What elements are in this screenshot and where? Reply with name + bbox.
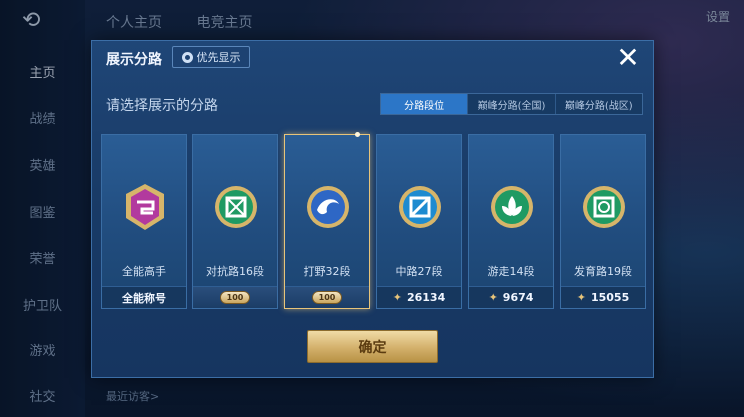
- route-card-mid-lane[interactable]: 中路27段 ✦ 26134: [376, 134, 462, 309]
- route-cards: 全能高手 全能称号 对抗路16段 100 打野32段 100 中路27段 ✦ 2…: [101, 132, 646, 309]
- route-points: 15055: [590, 291, 630, 304]
- tab-route-rank[interactable]: 分路段位: [381, 94, 469, 114]
- confirm-button[interactable]: 确定: [307, 330, 438, 363]
- route-card-foot: 100: [193, 286, 277, 308]
- leaf-emblem-icon: [491, 186, 533, 228]
- route-points: 9674: [502, 291, 534, 304]
- route-card-foot: ✦ 26134: [377, 286, 461, 308]
- points-icon: ✦: [576, 291, 586, 304]
- ring-emblem-icon: [583, 186, 625, 228]
- route-points: 26134: [406, 291, 446, 304]
- close-icon[interactable]: ✕: [613, 43, 643, 73]
- priority-display-button[interactable]: 优先显示: [172, 46, 250, 68]
- route-card-label: 中路27段: [395, 265, 443, 278]
- rank-badge: 100: [220, 291, 250, 304]
- slash-emblem-icon: [399, 186, 441, 228]
- points-icon: ✦: [392, 291, 402, 304]
- selected-indicator: [355, 132, 360, 137]
- tab-peak-national[interactable]: 巅峰分路(全国): [468, 94, 556, 114]
- tab-peak-region[interactable]: 巅峰分路(战区): [556, 94, 642, 114]
- cross-box-emblem-icon: [215, 186, 257, 228]
- all-round-title: 全能称号: [122, 291, 166, 305]
- route-card-farm-lane[interactable]: 发育路19段 ✦ 15055: [560, 134, 646, 309]
- route-card-label: 打野32段: [303, 265, 351, 278]
- route-card-label: 对抗路16段: [206, 265, 264, 278]
- route-card-foot: ✦ 9674: [469, 286, 553, 308]
- mosaic-emblem-icon: [126, 184, 164, 230]
- swirl-emblem-icon: [307, 186, 349, 228]
- route-card-foot: 100: [285, 286, 369, 308]
- route-card-label: 游走14段: [487, 265, 535, 278]
- route-card-all-round[interactable]: 全能高手 全能称号: [101, 134, 187, 309]
- dialog-subtitle: 请选择展示的分路: [106, 98, 218, 114]
- route-card-label: 全能高手: [122, 265, 166, 278]
- route-display-dialog: 展示分路 优先显示 ✕ 请选择展示的分路 分路段位 巅峰分路(全国) 巅峰分路(…: [91, 40, 654, 378]
- route-card-clash-lane[interactable]: 对抗路16段 100: [192, 134, 278, 309]
- dialog-title: 展示分路: [106, 52, 162, 68]
- gear-icon: [181, 51, 193, 63]
- route-tabs: 分路段位 巅峰分路(全国) 巅峰分路(战区): [380, 93, 643, 115]
- route-card-jungle[interactable]: 打野32段 100: [284, 132, 370, 309]
- route-card-roam[interactable]: 游走14段 ✦ 9674: [468, 134, 554, 309]
- points-icon: ✦: [488, 291, 498, 304]
- route-card-foot: 全能称号: [102, 286, 186, 308]
- route-card-foot: ✦ 15055: [561, 286, 645, 308]
- priority-display-label: 优先显示: [196, 51, 241, 64]
- route-card-label: 发育路19段: [574, 265, 632, 278]
- rank-badge: 100: [312, 291, 342, 304]
